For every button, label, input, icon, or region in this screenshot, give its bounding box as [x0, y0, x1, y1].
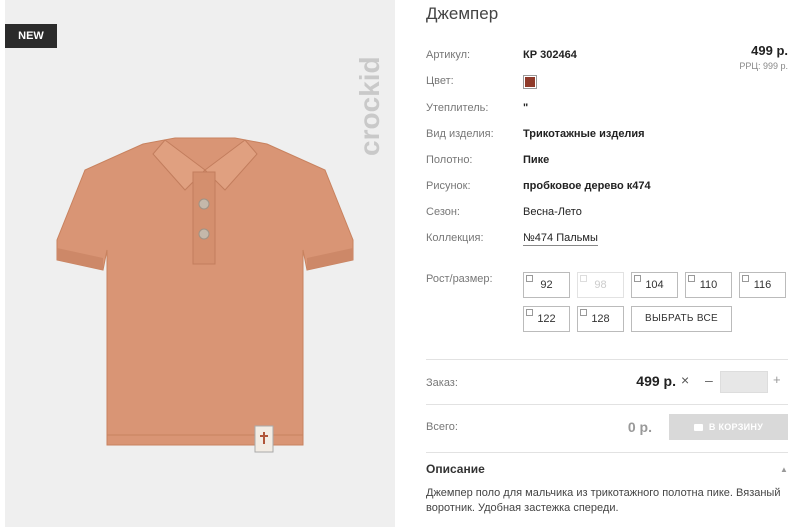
total-label: Всего:: [426, 421, 458, 433]
size-option-98: 98: [577, 272, 624, 298]
order-price: 499 р.: [636, 373, 676, 389]
season-value: Весна-Лето: [523, 206, 582, 218]
pattern-label: Рисунок:: [426, 180, 471, 192]
description-text: Джемпер поло для мальчика из трикотажног…: [426, 487, 781, 514]
pattern-value: пробковое дерево к474: [523, 180, 651, 192]
season-label: Сезон:: [426, 206, 460, 218]
divider: [426, 359, 788, 360]
size-value: 116: [753, 279, 772, 291]
article-label: Артикул:: [426, 49, 471, 61]
size-label: Рост/размер:: [426, 273, 493, 285]
size-value: 98: [594, 279, 607, 291]
size-checkbox-icon: [526, 309, 533, 316]
cart-icon: [693, 424, 703, 431]
collection-link[interactable]: №474 Пальмы: [523, 232, 598, 246]
divider: [426, 404, 788, 405]
size-value: 128: [591, 313, 610, 325]
size-checkbox-icon: [742, 275, 749, 282]
collection-label: Коллекция:: [426, 232, 484, 244]
increase-quantity-button[interactable]: +: [773, 372, 781, 387]
size-option-104[interactable]: 104: [631, 272, 678, 298]
product-image-panel: NEW crockid: [5, 0, 395, 527]
article-value: КР 302464: [523, 49, 577, 61]
order-label: Заказ:: [426, 377, 458, 389]
new-badge: NEW: [5, 24, 57, 48]
size-value: 92: [540, 279, 553, 291]
add-to-cart-button[interactable]: В КОРЗИНУ: [669, 414, 788, 440]
fabric-value: Пике: [523, 154, 550, 166]
select-all-sizes-button[interactable]: ВЫБРАТЬ ВСЕ: [631, 306, 732, 332]
chevron-up-icon[interactable]: ▲: [780, 465, 788, 474]
description-title[interactable]: Описание: [426, 462, 485, 476]
size-value: 122: [537, 313, 556, 325]
total-price: 0 р.: [627, 419, 652, 435]
color-swatch-fill: [525, 77, 535, 87]
color-swatch[interactable]: [523, 75, 537, 89]
size-checkbox-icon: [580, 275, 587, 282]
product-price: 499 р.: [751, 43, 788, 58]
clear-order-icon[interactable]: ×: [681, 372, 689, 388]
size-option-128[interactable]: 128: [577, 306, 624, 332]
size-option-122[interactable]: 122: [523, 306, 570, 332]
decrease-quantity-button[interactable]: –: [705, 372, 713, 388]
size-value: 110: [699, 279, 718, 291]
size-checkbox-icon: [526, 275, 533, 282]
recommended-price: РРЦ: 999 р.: [739, 61, 788, 71]
size-checkbox-icon: [688, 275, 695, 282]
size-option-92[interactable]: 92: [523, 272, 570, 298]
size-option-110[interactable]: 110: [685, 272, 732, 298]
insulation-label: Утеплитель:: [426, 102, 489, 114]
fabric-label: Полотно:: [426, 154, 473, 166]
insulation-value: ": [523, 102, 529, 114]
type-label: Вид изделия:: [426, 128, 494, 140]
add-to-cart-label: В КОРЗИНУ: [708, 422, 764, 432]
polo-shirt-image[interactable]: [35, 130, 375, 460]
color-label: Цвет:: [426, 75, 454, 87]
size-checkbox-icon: [580, 309, 587, 316]
size-value: 104: [645, 279, 664, 291]
quantity-input[interactable]: [720, 371, 768, 393]
size-option-116[interactable]: 116: [739, 272, 786, 298]
size-checkbox-icon: [634, 275, 641, 282]
product-title: Джемпер: [426, 4, 499, 23]
type-value: Трикотажные изделия: [523, 128, 645, 140]
divider: [426, 452, 788, 453]
